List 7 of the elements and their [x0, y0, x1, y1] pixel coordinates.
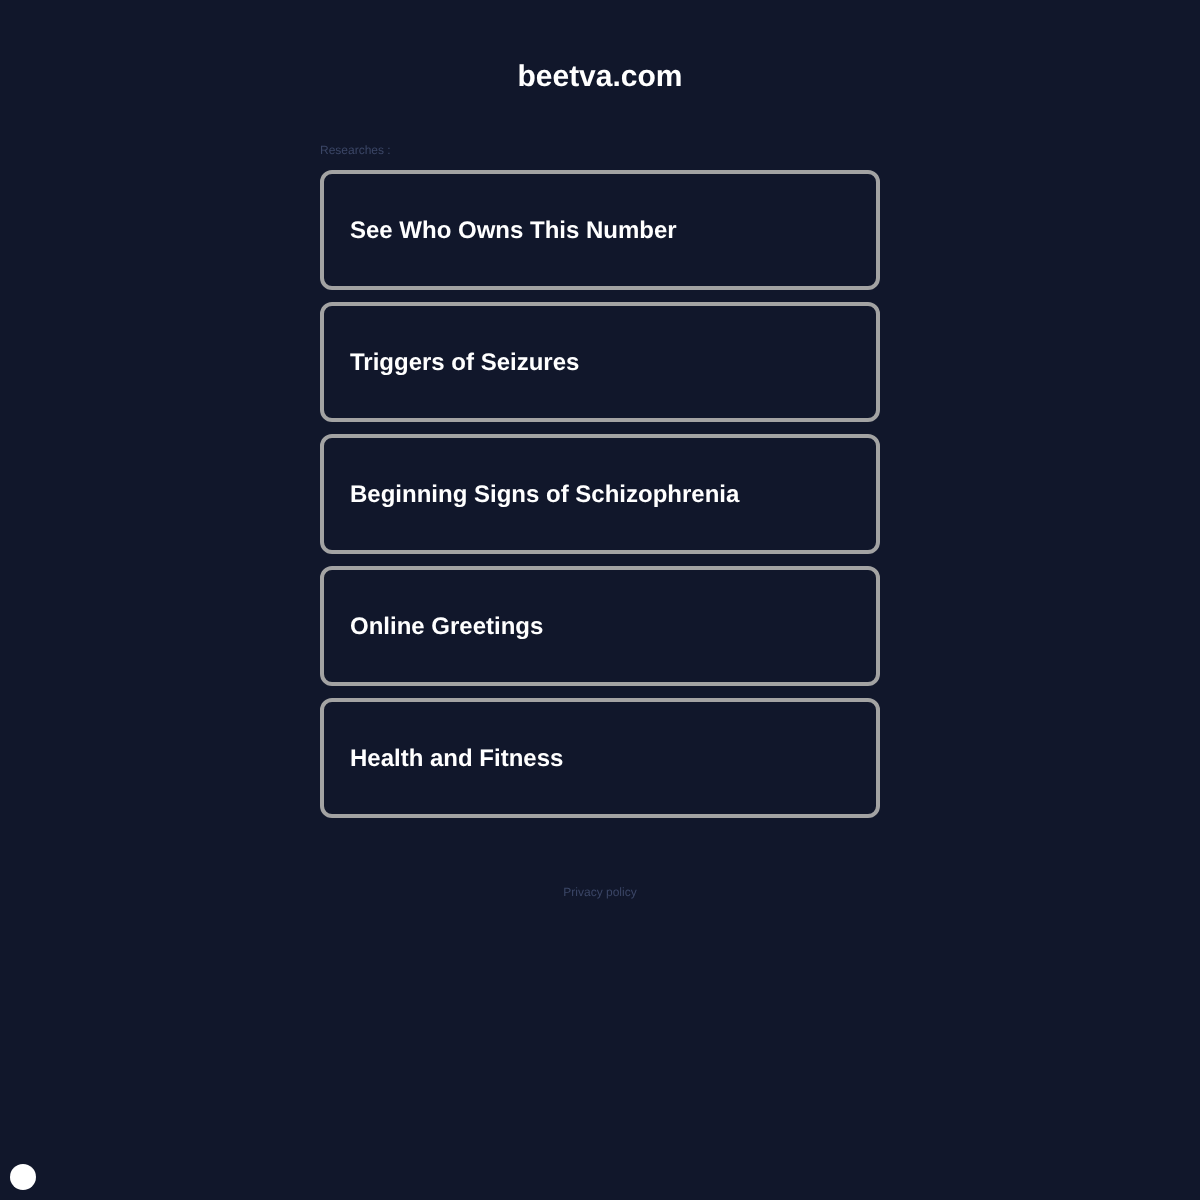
- circle-icon[interactable]: [10, 1164, 36, 1190]
- search-link[interactable]: Beginning Signs of Schizophrenia: [320, 434, 880, 554]
- search-link[interactable]: Triggers of Seizures: [320, 302, 880, 422]
- search-link[interactable]: Health and Fitness: [320, 698, 880, 818]
- site-title: beetva.com: [517, 58, 683, 96]
- search-link[interactable]: Online Greetings: [320, 566, 880, 686]
- search-link[interactable]: See Who Owns This Number: [320, 170, 880, 290]
